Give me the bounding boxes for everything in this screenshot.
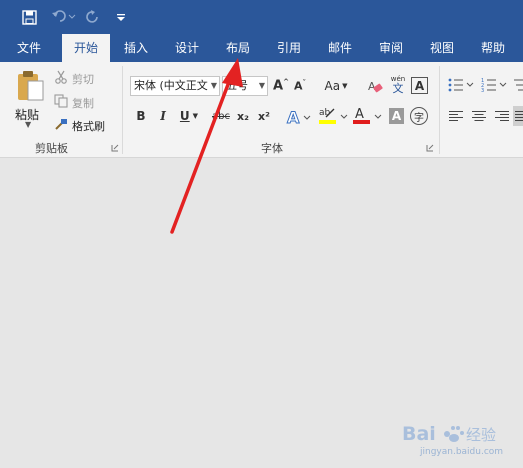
group-divider xyxy=(439,66,440,154)
svg-text:A: A xyxy=(368,80,376,93)
bold-button[interactable]: B xyxy=(134,107,148,125)
font-group-label: 字体 xyxy=(261,142,283,155)
ribbon-home: 粘贴 ▼ 剪切 复制 格式刷 剪贴板 宋体 (中文正文 ▼ 五号 ▼ A^ Aˇ… xyxy=(0,62,523,158)
subscript-button[interactable]: x₂ xyxy=(234,107,252,125)
cut-button[interactable]: 剪切 xyxy=(72,71,94,87)
tab-insert[interactable]: 插入 xyxy=(114,34,158,62)
tab-design[interactable]: 设计 xyxy=(165,34,209,62)
bold-label: B xyxy=(136,109,146,123)
tab-mailings[interactable]: 邮件 xyxy=(318,34,362,62)
tab-review[interactable]: 审阅 xyxy=(369,34,413,62)
svg-text:ab: ab xyxy=(319,108,331,118)
font-size-value: 五号 xyxy=(226,79,248,92)
format-painter-icon[interactable] xyxy=(54,117,68,131)
italic-label: I xyxy=(160,109,166,123)
strikethrough-label: abc xyxy=(212,110,230,122)
clear-formatting-icon[interactable]: A xyxy=(366,77,384,95)
numbering-icon[interactable]: 123 xyxy=(481,76,509,94)
font-name-value: 宋体 (中文正文 xyxy=(134,79,208,92)
bullets-icon[interactable] xyxy=(448,76,476,94)
character-border-icon[interactable]: A xyxy=(411,77,428,94)
character-shading-label: A xyxy=(391,109,402,123)
svg-text:Bai: Bai xyxy=(402,423,436,445)
enclose-characters-label: 字 xyxy=(414,112,424,124)
copy-icon[interactable] xyxy=(54,94,68,108)
highlight-color-icon[interactable]: ab xyxy=(318,105,350,127)
italic-button[interactable]: I xyxy=(156,107,170,125)
copy-button[interactable]: 复制 xyxy=(72,95,94,111)
superscript-button[interactable]: x² xyxy=(255,107,273,125)
svg-text:A: A xyxy=(287,108,300,127)
font-name-dropdown-chevron-icon[interactable]: ▼ xyxy=(211,77,217,95)
save-icon[interactable] xyxy=(18,6,40,28)
clipboard-group-label: 剪贴板 xyxy=(35,142,68,155)
paste-icon[interactable] xyxy=(14,68,46,104)
undo-icon[interactable] xyxy=(50,6,78,28)
change-case-icon[interactable]: Aa ▼ xyxy=(322,77,350,95)
shrink-font-icon[interactable]: Aˇ xyxy=(292,77,308,95)
phonetic-guide-icon[interactable]: wén 文 xyxy=(388,74,408,96)
character-shading-icon[interactable]: A xyxy=(389,108,404,124)
quick-access-toolbar xyxy=(0,0,523,34)
grow-font-icon[interactable]: A^ xyxy=(272,77,290,95)
character-border-label: A xyxy=(414,78,425,93)
superscript-label: x² xyxy=(258,109,270,123)
subscript-label: x₂ xyxy=(237,109,249,123)
cut-icon[interactable] xyxy=(54,70,68,84)
font-color-icon[interactable]: A xyxy=(352,105,384,127)
group-divider xyxy=(122,66,123,154)
tab-layout[interactable]: 布局 xyxy=(216,34,260,62)
tab-help[interactable]: 帮助 xyxy=(471,34,515,62)
clipboard-launcher-icon[interactable] xyxy=(111,144,119,152)
font-name-combobox[interactable]: 宋体 (中文正文 ▼ xyxy=(130,76,220,96)
customize-toolbar-icon[interactable] xyxy=(114,6,128,28)
align-right-icon[interactable] xyxy=(494,109,510,123)
phonetic-guide-bottom: 文 xyxy=(392,82,404,95)
align-center-icon[interactable] xyxy=(471,109,487,123)
word-window: 文件 开始 插入 设计 布局 引用 邮件 审阅 视图 帮助 粘贴 ▼ 剪切 复制… xyxy=(0,0,523,468)
underline-label: U xyxy=(179,109,190,123)
font-size-combobox[interactable]: 五号 ▼ xyxy=(222,76,268,96)
redo-icon[interactable] xyxy=(84,6,102,28)
align-left-icon[interactable] xyxy=(448,109,464,123)
font-size-dropdown-chevron-icon[interactable]: ▼ xyxy=(259,77,265,95)
svg-text:3: 3 xyxy=(481,88,484,93)
watermark-logo: Bai 经验 xyxy=(402,423,496,445)
strikethrough-button[interactable]: abc xyxy=(210,107,232,125)
ribbon-tabs: 文件 开始 插入 设计 布局 引用 邮件 审阅 视图 帮助 xyxy=(0,34,523,62)
paste-dropdown-chevron-icon[interactable]: ▼ xyxy=(25,120,31,129)
format-painter-button[interactable]: 格式刷 xyxy=(72,118,105,134)
tab-file[interactable]: 文件 xyxy=(8,34,50,62)
tab-references[interactable]: 引用 xyxy=(267,34,311,62)
enclose-characters-icon[interactable]: 字 xyxy=(410,107,428,125)
svg-text:经验: 经验 xyxy=(466,426,496,444)
tab-home[interactable]: 开始 xyxy=(62,34,110,62)
watermark-subtext: jingyan.baidu.com xyxy=(420,447,504,457)
text-effects-icon[interactable]: A xyxy=(286,107,312,127)
change-case-label: Aa xyxy=(324,79,341,93)
underline-button[interactable]: U ▼ xyxy=(177,107,201,125)
multilevel-list-icon[interactable] xyxy=(512,76,523,94)
justify-icon[interactable] xyxy=(513,106,523,126)
svg-text:A: A xyxy=(355,107,364,122)
font-launcher-icon[interactable] xyxy=(426,144,434,152)
tab-view[interactable]: 视图 xyxy=(420,34,464,62)
